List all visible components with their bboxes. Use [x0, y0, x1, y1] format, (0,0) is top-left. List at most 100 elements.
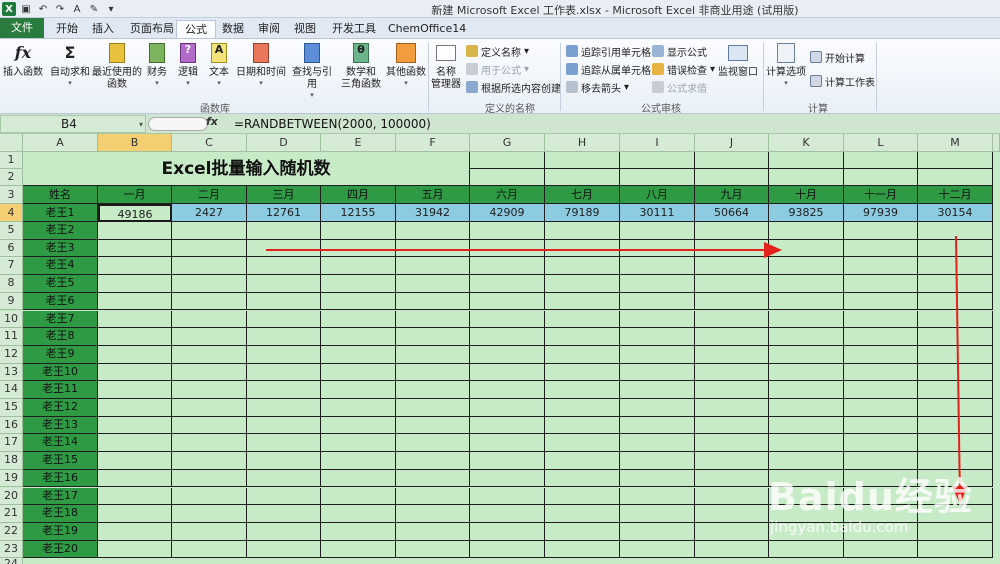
error-checking-button[interactable]: 错误检查 ▾: [652, 61, 715, 77]
empty-cell[interactable]: [98, 487, 172, 506]
calc-options-button[interactable]: 计算选项 ▾: [764, 41, 808, 87]
empty-cell[interactable]: [545, 275, 620, 293]
more-functions-button[interactable]: 其他函数 ▾: [386, 41, 426, 87]
name-manager-button[interactable]: 名称 管理器: [430, 41, 462, 91]
empty-cell[interactable]: [695, 452, 769, 470]
column-header-d[interactable]: D: [247, 134, 321, 152]
row-header-3[interactable]: 3: [0, 186, 23, 204]
name-cell[interactable]: 老王15: [23, 452, 98, 470]
value-cell[interactable]: 12155: [321, 204, 396, 222]
remove-arrows-button[interactable]: 移去箭头 ▾: [566, 79, 629, 95]
empty-cell[interactable]: [172, 239, 247, 258]
empty-cell[interactable]: [470, 363, 545, 382]
empty-cell[interactable]: [620, 310, 695, 329]
empty-cell[interactable]: [695, 434, 769, 453]
empty-cell[interactable]: [695, 522, 769, 541]
empty-cell[interactable]: [247, 434, 321, 453]
empty-cell[interactable]: [98, 416, 172, 435]
empty-cell[interactable]: [545, 328, 620, 346]
empty-cell[interactable]: [98, 399, 172, 417]
empty-cell[interactable]: [695, 328, 769, 346]
column-header-c[interactable]: C: [172, 134, 247, 152]
empty-cell[interactable]: [321, 363, 396, 382]
value-cell[interactable]: 2427: [172, 204, 247, 222]
empty-cell[interactable]: [470, 257, 545, 276]
empty-cell[interactable]: [769, 257, 844, 276]
empty-cell[interactable]: [844, 328, 918, 346]
empty-cell[interactable]: [470, 239, 545, 258]
empty-cell[interactable]: [545, 363, 620, 382]
row-header-24[interactable]: 24: [0, 558, 23, 564]
column-header-i[interactable]: I: [620, 134, 695, 152]
show-formulas-button[interactable]: 显示公式: [652, 43, 707, 59]
empty-cell[interactable]: [247, 381, 321, 399]
header-cell-name[interactable]: 姓名: [23, 186, 98, 204]
empty-cell[interactable]: [918, 452, 993, 470]
empty-cell[interactable]: [844, 345, 918, 364]
column-header-a[interactable]: A: [23, 134, 98, 152]
column-header-k[interactable]: K: [769, 134, 844, 152]
empty-cell[interactable]: [695, 487, 769, 506]
empty-cell[interactable]: [172, 328, 247, 346]
row-header-20[interactable]: 20: [0, 487, 23, 506]
empty-cell[interactable]: [470, 169, 545, 186]
value-cell[interactable]: 93825: [769, 204, 844, 222]
empty-cell[interactable]: [98, 522, 172, 541]
header-cell-month[interactable]: 十月: [769, 186, 844, 204]
empty-cell[interactable]: [321, 522, 396, 541]
tab-data[interactable]: 数据: [214, 20, 252, 38]
header-cell-month[interactable]: 三月: [247, 186, 321, 204]
empty-cell[interactable]: [172, 275, 247, 293]
empty-cell[interactable]: [172, 363, 247, 382]
empty-cell[interactable]: [769, 328, 844, 346]
empty-cell[interactable]: [247, 222, 321, 240]
tab-review[interactable]: 审阅: [250, 20, 288, 38]
empty-cell[interactable]: [918, 522, 993, 541]
empty-cell[interactable]: [98, 345, 172, 364]
empty-cell[interactable]: [321, 452, 396, 470]
empty-cell[interactable]: [321, 257, 396, 276]
empty-cell[interactable]: [396, 275, 470, 293]
empty-cell[interactable]: [695, 399, 769, 417]
empty-cell[interactable]: [769, 381, 844, 399]
tab-chemoffice[interactable]: ChemOffice14: [380, 20, 474, 38]
use-in-formula-button[interactable]: 用于公式 ▾: [466, 61, 529, 77]
empty-cell[interactable]: [545, 381, 620, 399]
empty-cell[interactable]: [844, 310, 918, 329]
empty-cell[interactable]: [98, 239, 172, 258]
empty-cell[interactable]: [321, 381, 396, 399]
name-box[interactable]: B4 ▾: [0, 115, 146, 133]
column-header-e[interactable]: E: [321, 134, 396, 152]
empty-cell[interactable]: [470, 540, 545, 559]
empty-cell[interactable]: [98, 275, 172, 293]
empty-cell[interactable]: [620, 469, 695, 488]
empty-cell[interactable]: [98, 363, 172, 382]
name-cell[interactable]: 老王19: [23, 522, 98, 541]
empty-cell[interactable]: [695, 239, 769, 258]
empty-cell[interactable]: [98, 292, 172, 311]
empty-cell[interactable]: [247, 292, 321, 311]
empty-cell[interactable]: [620, 399, 695, 417]
empty-cell[interactable]: [769, 416, 844, 435]
tab-file[interactable]: 文件: [0, 18, 44, 38]
empty-cell[interactable]: [247, 452, 321, 470]
text-button[interactable]: A 文本 ▾: [206, 41, 232, 87]
undo-icon[interactable]: ↶: [36, 2, 50, 16]
empty-cell[interactable]: [918, 169, 993, 186]
font-size-icon[interactable]: A: [70, 2, 84, 16]
empty-cell[interactable]: [98, 469, 172, 488]
fx-icon[interactable]: fx: [206, 115, 218, 128]
name-cell[interactable]: 老王10: [23, 363, 98, 382]
empty-cell[interactable]: [769, 239, 844, 258]
empty-cell[interactable]: [321, 222, 396, 240]
empty-cell[interactable]: [470, 399, 545, 417]
empty-cell[interactable]: [470, 345, 545, 364]
empty-cell[interactable]: [918, 257, 993, 276]
empty-cell[interactable]: [247, 310, 321, 329]
empty-cell[interactable]: [620, 239, 695, 258]
column-header-b[interactable]: B: [98, 134, 172, 152]
name-cell[interactable]: 老王2: [23, 222, 98, 240]
customize-qat-icon[interactable]: ▾: [104, 2, 118, 16]
empty-cell[interactable]: [918, 275, 993, 293]
empty-cell[interactable]: [172, 434, 247, 453]
